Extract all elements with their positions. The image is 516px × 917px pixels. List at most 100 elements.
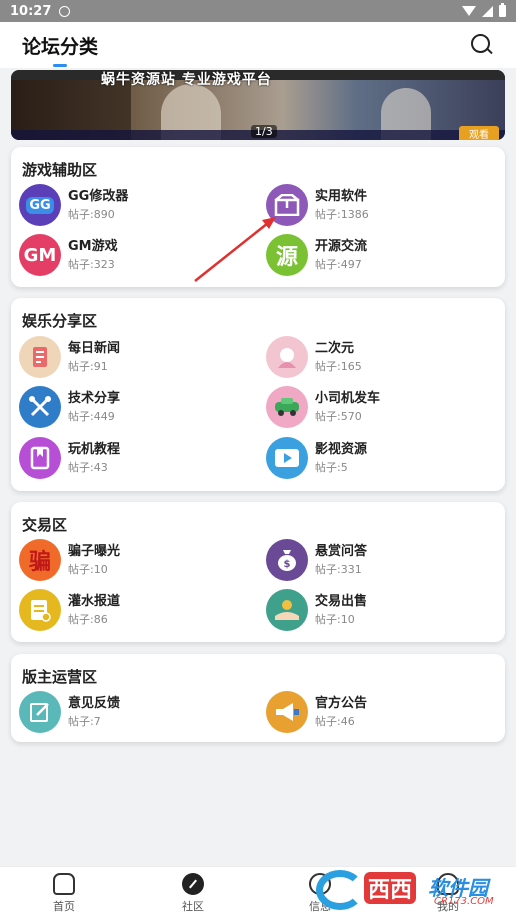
post-count: 帖子:497 <box>315 257 362 271</box>
source-glyph: 源 <box>275 245 298 270</box>
wifi-icon <box>462 6 476 16</box>
forum-item-bounty[interactable]: $ 悬赏问答帖子:331 <box>266 537 496 583</box>
tab-home[interactable]: 首页 <box>24 873 104 914</box>
forum-name: GM游戏 <box>68 238 118 254</box>
forum-item-tech[interactable]: 技术分享帖子:449 <box>19 384 249 430</box>
money-bag-icon: $ <box>266 539 308 581</box>
megaphone-icon <box>266 691 308 733</box>
forum-item-feedback[interactable]: 意见反馈 帖子:7 <box>19 689 249 735</box>
home-icon <box>53 873 75 895</box>
driver-icon <box>266 386 308 428</box>
book-shape <box>30 446 50 470</box>
gg-glyph: GG <box>26 196 54 214</box>
box-icon <box>266 184 308 226</box>
watermark-text: 西西 <box>364 872 417 904</box>
book-icon <box>19 437 61 479</box>
driver-shape <box>275 398 299 416</box>
post-count: 帖子:43 <box>68 460 108 474</box>
news-shape <box>33 347 47 367</box>
anime-icon <box>266 336 308 378</box>
banner-carousel[interactable]: 蜗牛资源站 专业游戏平台 1/3 观看 <box>11 70 505 140</box>
section-title: 版主运营区 <box>22 668 98 686</box>
forum-name: 骗子曝光 <box>68 543 121 559</box>
forum-name: 官方公告 <box>315 695 368 711</box>
post-count: 帖子:10 <box>68 562 108 576</box>
handshake-shape <box>275 600 299 620</box>
forum-item-scam[interactable]: 骗 骗子曝光帖子:10 <box>19 537 249 583</box>
forum-name: 每日新闻 <box>68 340 121 356</box>
forum-item-gm[interactable]: GM GM游戏帖子:323 <box>19 232 249 278</box>
watermark-logo: 西西 软件园 CR173.COM <box>316 868 512 912</box>
forum-name: 悬赏问答 <box>315 543 368 559</box>
forum-item-anime[interactable]: 二次元 帖子:165 <box>266 334 496 380</box>
post-count: 帖子:449 <box>68 409 115 423</box>
anime-shape <box>278 348 296 368</box>
forum-name: 技术分享 <box>68 390 121 406</box>
video-shape <box>275 449 299 467</box>
forum-name: 开源交流 <box>315 238 368 254</box>
post-count: 帖子:570 <box>315 409 362 423</box>
search-icon[interactable] <box>470 33 494 57</box>
app-header: 论坛分类 <box>0 22 516 68</box>
banner-page-indicator: 1/3 <box>251 125 277 138</box>
post-count: 帖子:86 <box>68 612 108 626</box>
feedback-icon <box>19 691 61 733</box>
section-title: 交易区 <box>22 516 68 534</box>
tools-icon <box>19 386 61 428</box>
forum-name: 影视资源 <box>315 441 368 457</box>
note-shape <box>31 600 51 622</box>
forum-item-video[interactable]: 影视资源帖子:5 <box>266 435 496 481</box>
section-trade: 交易区 骗 骗子曝光帖子:10 $ 悬赏问答帖子:331 灌水报道 帖子:86 交… <box>11 502 505 642</box>
pen-icon <box>182 873 204 895</box>
forum-item-software[interactable]: 实用软件帖子:1386 <box>266 182 496 228</box>
scam-glyph: 骗 <box>28 550 51 575</box>
post-count: 帖子:1386 <box>315 207 369 221</box>
money-bag-shape: $ <box>278 550 296 571</box>
gm-icon: GM <box>19 234 61 276</box>
forum-name: 交易出售 <box>315 593 368 609</box>
status-time: 10:27 <box>10 3 52 19</box>
post-count: 帖子:91 <box>68 359 108 373</box>
status-bar: 10:27 <box>0 0 516 22</box>
tab-label: 首页 <box>53 900 75 913</box>
page-title: 论坛分类 <box>22 32 98 59</box>
forum-name: 实用软件 <box>315 188 368 204</box>
forum-item-tutorial[interactable]: 玩机教程 帖子:43 <box>19 435 249 481</box>
post-count: 帖子:890 <box>68 207 115 221</box>
forum-item-gg[interactable]: GG GG修改器帖子:890 <box>19 182 249 228</box>
scam-icon: 骗 <box>19 539 61 581</box>
post-count: 帖子:46 <box>315 714 355 728</box>
forum-item-announcement[interactable]: 官方公告帖子:46 <box>266 689 496 735</box>
post-count: 帖子:323 <box>68 257 115 271</box>
post-count: 帖子:10 <box>315 612 355 626</box>
banner-badge[interactable]: 观看 <box>459 126 499 140</box>
tab-label: 社区 <box>182 900 204 913</box>
forum-name: 小司机发车 <box>315 390 381 406</box>
battery-icon <box>499 3 506 17</box>
forum-item-sale[interactable]: 交易出售帖子:10 <box>266 587 496 633</box>
forum-item-driver[interactable]: 小司机发车帖子:570 <box>266 384 496 430</box>
watermark-subtext: CR173.COM <box>434 896 494 907</box>
watermark-c-shape <box>316 870 364 910</box>
section-entertainment: 娱乐分享区 每日新闻帖子:91 二次元 帖子:165 技术分享帖子:449 小司机… <box>11 298 505 491</box>
forum-item-chat[interactable]: 灌水报道 帖子:86 <box>19 587 249 633</box>
forum-name: GG修改器 <box>68 188 129 204</box>
svg-text:$: $ <box>284 559 291 570</box>
post-count: 帖子:5 <box>315 460 348 474</box>
section-title: 娱乐分享区 <box>22 312 98 330</box>
section-game-assist: 游戏辅助区 GG GG修改器 帖子:890 实用软件 帖子:1386 GM GM游戏… <box>11 147 505 287</box>
forum-item-news[interactable]: 每日新闻帖子:91 <box>19 334 249 380</box>
gg-modifier-icon: GG <box>19 184 61 226</box>
news-icon <box>19 336 61 378</box>
forum-item-opensource[interactable]: 源 开源交流帖子:497 <box>266 232 496 278</box>
megaphone-shape <box>276 703 299 721</box>
post-count: 帖子:7 <box>68 714 101 728</box>
signal-icon <box>482 5 493 17</box>
note-icon <box>19 589 61 631</box>
section-moderator: 版主运营区 意见反馈 帖子:7 官方公告帖子:46 <box>11 654 505 742</box>
post-count: 帖子:331 <box>315 562 362 576</box>
gm-glyph: GM <box>23 244 57 266</box>
tab-community[interactable]: 社区 <box>153 873 233 914</box>
forum-name: 二次元 <box>315 340 355 356</box>
feedback-shape <box>30 703 49 722</box>
